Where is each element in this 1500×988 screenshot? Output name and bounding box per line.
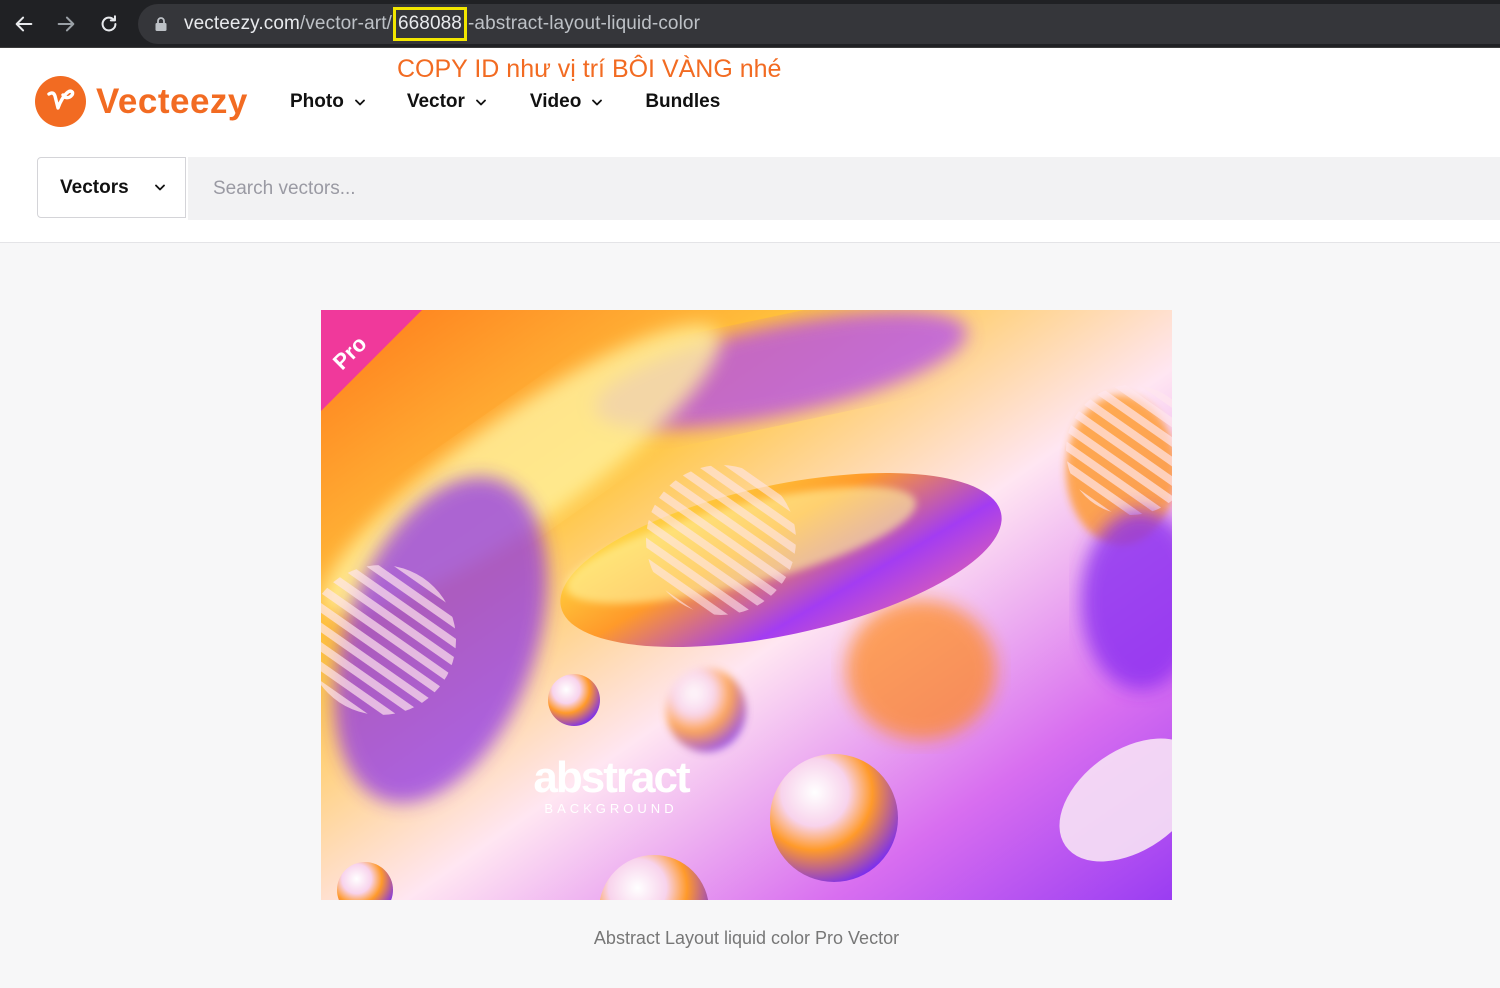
arrow-left-icon	[15, 16, 33, 32]
main-nav: Photo Vector Video Bundles	[290, 91, 720, 113]
search-bar: Vectors	[0, 143, 1500, 243]
reload-button[interactable]	[93, 8, 125, 40]
reload-icon	[101, 15, 117, 32]
nav-photo-label: Photo	[290, 91, 344, 112]
url-text: vecteezy.com/vector-art/668088 -abstract-…	[184, 7, 701, 41]
url-path-before: /vector-art/	[299, 13, 392, 34]
search-type-label: Vectors	[60, 176, 129, 198]
back-button[interactable]	[8, 8, 40, 40]
browser-toolbar: vecteezy.com/vector-art/668088 -abstract-…	[0, 0, 1500, 48]
nav-bundles[interactable]: Bundles	[645, 91, 720, 113]
artwork-subtitle: BACKGROUND	[544, 801, 677, 816]
nav-bundles-label: Bundles	[645, 91, 721, 112]
logo-mark-icon	[35, 76, 86, 127]
url-path-after: -abstract-layout-liquid-color	[467, 13, 701, 34]
search-input[interactable]	[188, 157, 1500, 220]
nav-photo[interactable]: Photo	[290, 91, 365, 113]
artwork-title: abstract	[533, 753, 691, 802]
chevron-down-icon	[154, 184, 165, 191]
nav-video[interactable]: Video	[529, 91, 603, 113]
url-id-highlight: 668088	[392, 7, 467, 41]
lock-icon	[155, 17, 167, 31]
annotation-note: COPY ID như vị trí BÔI VÀNG nhé	[397, 55, 782, 83]
preview-image[interactable]: Pro abstract BACKGROUND	[321, 310, 1172, 900]
url-domain: vecteezy.com	[184, 13, 300, 34]
nav-video-label: Video	[529, 91, 582, 112]
image-caption: Abstract Layout liquid color Pro Vector	[593, 928, 900, 948]
chevron-down-icon	[354, 99, 365, 105]
arrow-right-icon	[57, 16, 75, 32]
site-header: COPY ID như vị trí BÔI VÀNG nhé Vecteezy…	[0, 48, 1500, 143]
address-bar[interactable]: vecteezy.com/vector-art/668088 -abstract-…	[138, 4, 1500, 44]
nav-vector[interactable]: Vector	[407, 91, 486, 113]
abstract-artwork: Pro abstract BACKGROUND	[321, 310, 1172, 900]
forward-button[interactable]	[50, 8, 82, 40]
chevron-down-icon	[592, 99, 603, 105]
nav-vector-label: Vector	[406, 91, 465, 112]
chevron-down-icon	[476, 99, 486, 105]
logo-text: Vecteezy	[96, 81, 248, 121]
logo[interactable]: Vecteezy	[35, 76, 248, 127]
search-type-select[interactable]: Vectors	[37, 157, 186, 218]
